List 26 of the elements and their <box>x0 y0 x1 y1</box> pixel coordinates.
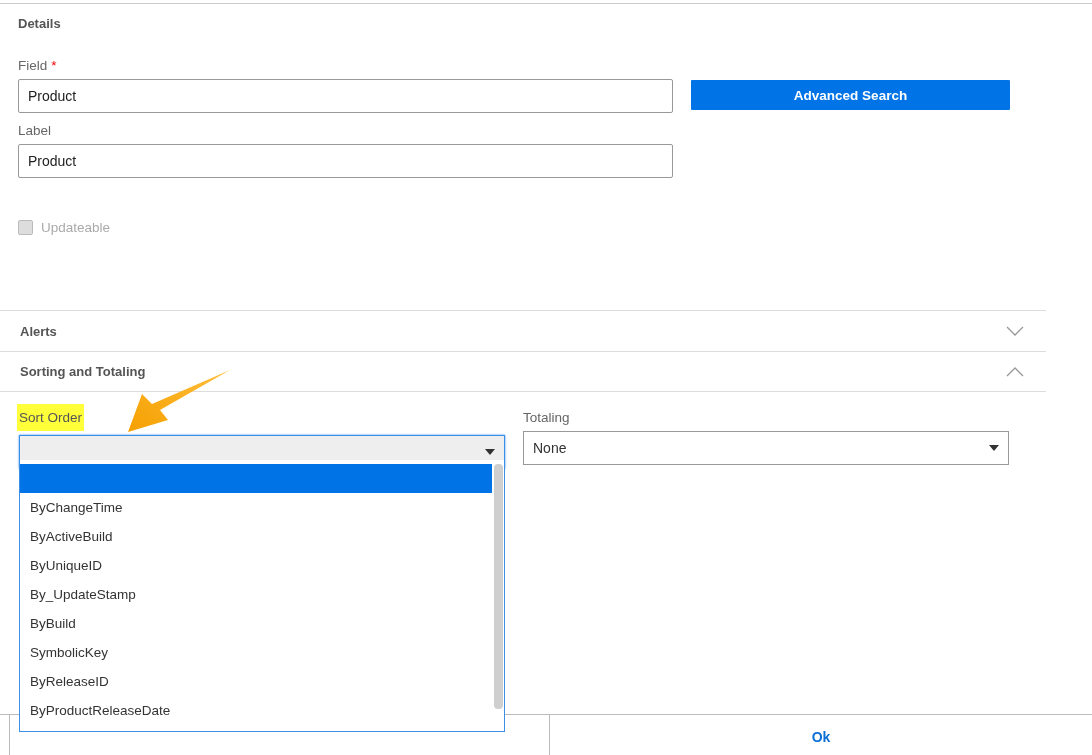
dropdown-option[interactable]: ByUniqueID <box>20 551 492 580</box>
caret-icon <box>485 449 495 455</box>
chevron-icon[interactable] <box>1006 366 1024 377</box>
field-label: Label <box>18 123 53 138</box>
label-input[interactable]: Product <box>18 144 673 178</box>
dropdown-option[interactable]: By_UpdateStamp <box>20 580 492 609</box>
dropdown-option[interactable]: ByReleaseID <box>20 667 492 696</box>
field-label: Totaling <box>523 410 570 425</box>
accordion-header[interactable]: Alerts <box>0 310 1046 351</box>
dropdown-option[interactable]: ByBuild <box>20 609 492 638</box>
advanced-search-button[interactable]: Advanced Search <box>691 80 1010 110</box>
required-mark: * <box>51 58 57 73</box>
field-label: Field <box>18 58 48 73</box>
totaling-select[interactable]: None <box>523 431 1009 465</box>
field-label: Sort Order <box>17 404 85 431</box>
dropdown-option[interactable]: ByChangeTime <box>20 493 492 522</box>
chevron-icon[interactable] <box>1006 326 1024 336</box>
dropdown-option[interactable]: ByProductReleaseDate <box>20 696 492 725</box>
section-title: Details <box>18 16 62 31</box>
dropdown-option[interactable]: SymbolicKey <box>20 638 492 667</box>
scrollbar-thumb[interactable] <box>493 464 503 709</box>
checkbox-label: Updateable <box>41 220 111 235</box>
caret-icon <box>989 445 999 451</box>
accordion-header[interactable]: Sorting and Totaling <box>0 351 1046 392</box>
field-input[interactable]: Product <box>18 79 673 113</box>
dropdown-option[interactable]: ByActiveBuild <box>20 522 492 551</box>
